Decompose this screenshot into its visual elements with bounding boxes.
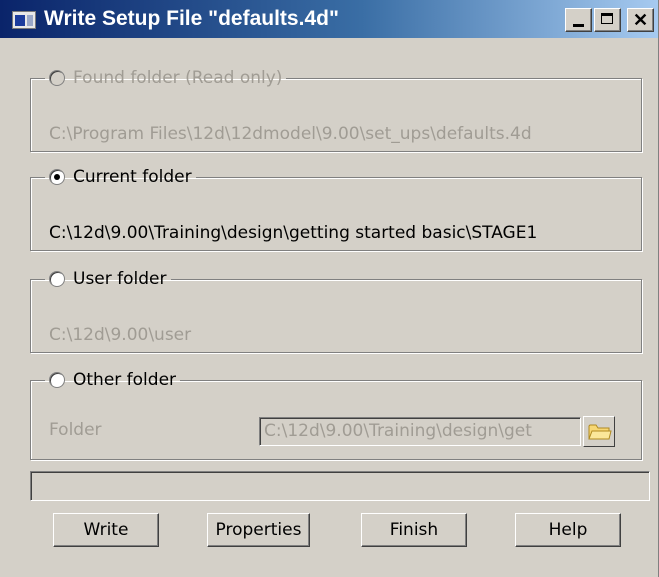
browse-folder-button[interactable] xyxy=(583,416,615,447)
user-folder-path: C:\12d\9.00\user xyxy=(49,325,192,345)
other-folder-legend: Other folder xyxy=(45,370,180,390)
found-folder-group: Found folder (Read only) C:\Program File… xyxy=(30,68,642,152)
minimize-button[interactable] xyxy=(565,8,592,32)
current-folder-label: Current folder xyxy=(73,167,192,187)
finish-button[interactable]: Finish xyxy=(361,513,467,547)
current-folder-path: C:\12d\9.00\Training\design\getting star… xyxy=(49,223,538,243)
folder-input[interactable]: C:\12d\9.00\Training\design\get xyxy=(259,417,581,446)
window-title: Write Setup File "defaults.4d" xyxy=(44,7,339,30)
current-folder-radio[interactable] xyxy=(49,169,65,185)
maximize-button[interactable] xyxy=(594,8,621,32)
found-folder-path: C:\Program Files\12d\12dmodel\9.00\set_u… xyxy=(49,124,532,144)
properties-button[interactable]: Properties xyxy=(207,513,310,547)
status-bar xyxy=(30,471,650,501)
close-icon: ✕ xyxy=(632,10,649,30)
user-folder-radio[interactable] xyxy=(49,271,65,287)
folder-field-label: Folder xyxy=(49,420,102,440)
user-folder-group: User folder C:\12d\9.00\user xyxy=(30,269,642,353)
user-folder-legend: User folder xyxy=(45,269,171,289)
other-folder-group: Other folder Folder C:\12d\9.00\Training… xyxy=(30,370,642,460)
current-folder-group: Current folder C:\12d\9.00\Training\desi… xyxy=(30,167,642,251)
found-folder-legend: Found folder (Read only) xyxy=(45,68,286,88)
write-setup-dialog: Write Setup File "defaults.4d" ✕ Found f… xyxy=(0,0,659,577)
write-button[interactable]: Write xyxy=(53,513,159,547)
folder-icon xyxy=(588,424,612,440)
user-folder-label: User folder xyxy=(73,269,167,289)
other-folder-label: Other folder xyxy=(73,370,177,390)
found-folder-radio[interactable] xyxy=(49,70,65,86)
help-button[interactable]: Help xyxy=(515,513,621,547)
other-folder-radio[interactable] xyxy=(49,372,65,388)
close-button[interactable]: ✕ xyxy=(627,8,654,32)
found-folder-label: Found folder (Read only) xyxy=(73,68,283,88)
current-folder-legend: Current folder xyxy=(45,167,196,187)
app-icon xyxy=(12,11,36,29)
title-bar[interactable]: Write Setup File "defaults.4d" ✕ xyxy=(0,0,658,38)
